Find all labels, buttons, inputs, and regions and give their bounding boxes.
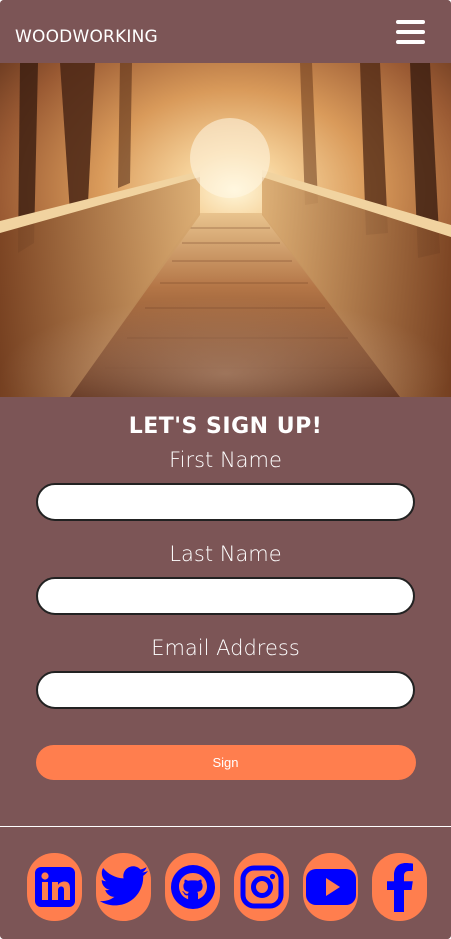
brand-logo-text[interactable]: WOODWORKING (15, 27, 158, 47)
instagram-link[interactable] (234, 853, 289, 921)
last-name-field[interactable] (36, 577, 415, 615)
email-label: Email Address (151, 636, 300, 660)
github-link[interactable] (165, 853, 220, 921)
footer (0, 826, 451, 939)
twitter-icon (99, 866, 148, 906)
facebook-link[interactable] (372, 853, 427, 921)
twitter-link[interactable] (96, 853, 151, 921)
email-field[interactable] (36, 671, 415, 709)
first-name-label: First Name (169, 448, 282, 472)
youtube-link[interactable] (303, 853, 358, 921)
github-icon (170, 865, 215, 909)
social-links (27, 853, 427, 921)
menu-bar-top (396, 20, 425, 24)
facebook-icon (386, 863, 413, 912)
navbar: WOODWORKING (0, 0, 451, 63)
linkedin-link[interactable] (27, 853, 82, 921)
sign-button[interactable]: Sign (35, 745, 416, 780)
hero-image (0, 63, 451, 397)
menu-bar-bottom (396, 40, 425, 44)
signup-form: LET'S SIGN UP! First Name Last Name Emai… (0, 397, 451, 780)
menu-bar-middle (396, 30, 425, 34)
hamburger-menu-icon[interactable] (396, 18, 425, 45)
instagram-icon (240, 865, 283, 909)
youtube-icon (305, 869, 356, 905)
first-name-field[interactable] (36, 483, 415, 521)
form-title: LET'S SIGN UP! (128, 414, 323, 439)
forest-bridge-photo (0, 63, 451, 397)
linkedin-icon (34, 867, 75, 907)
signup-page: WOODWORKING LET'S SIGN UP! First Name La… (0, 0, 451, 939)
last-name-label: Last Name (169, 542, 282, 566)
